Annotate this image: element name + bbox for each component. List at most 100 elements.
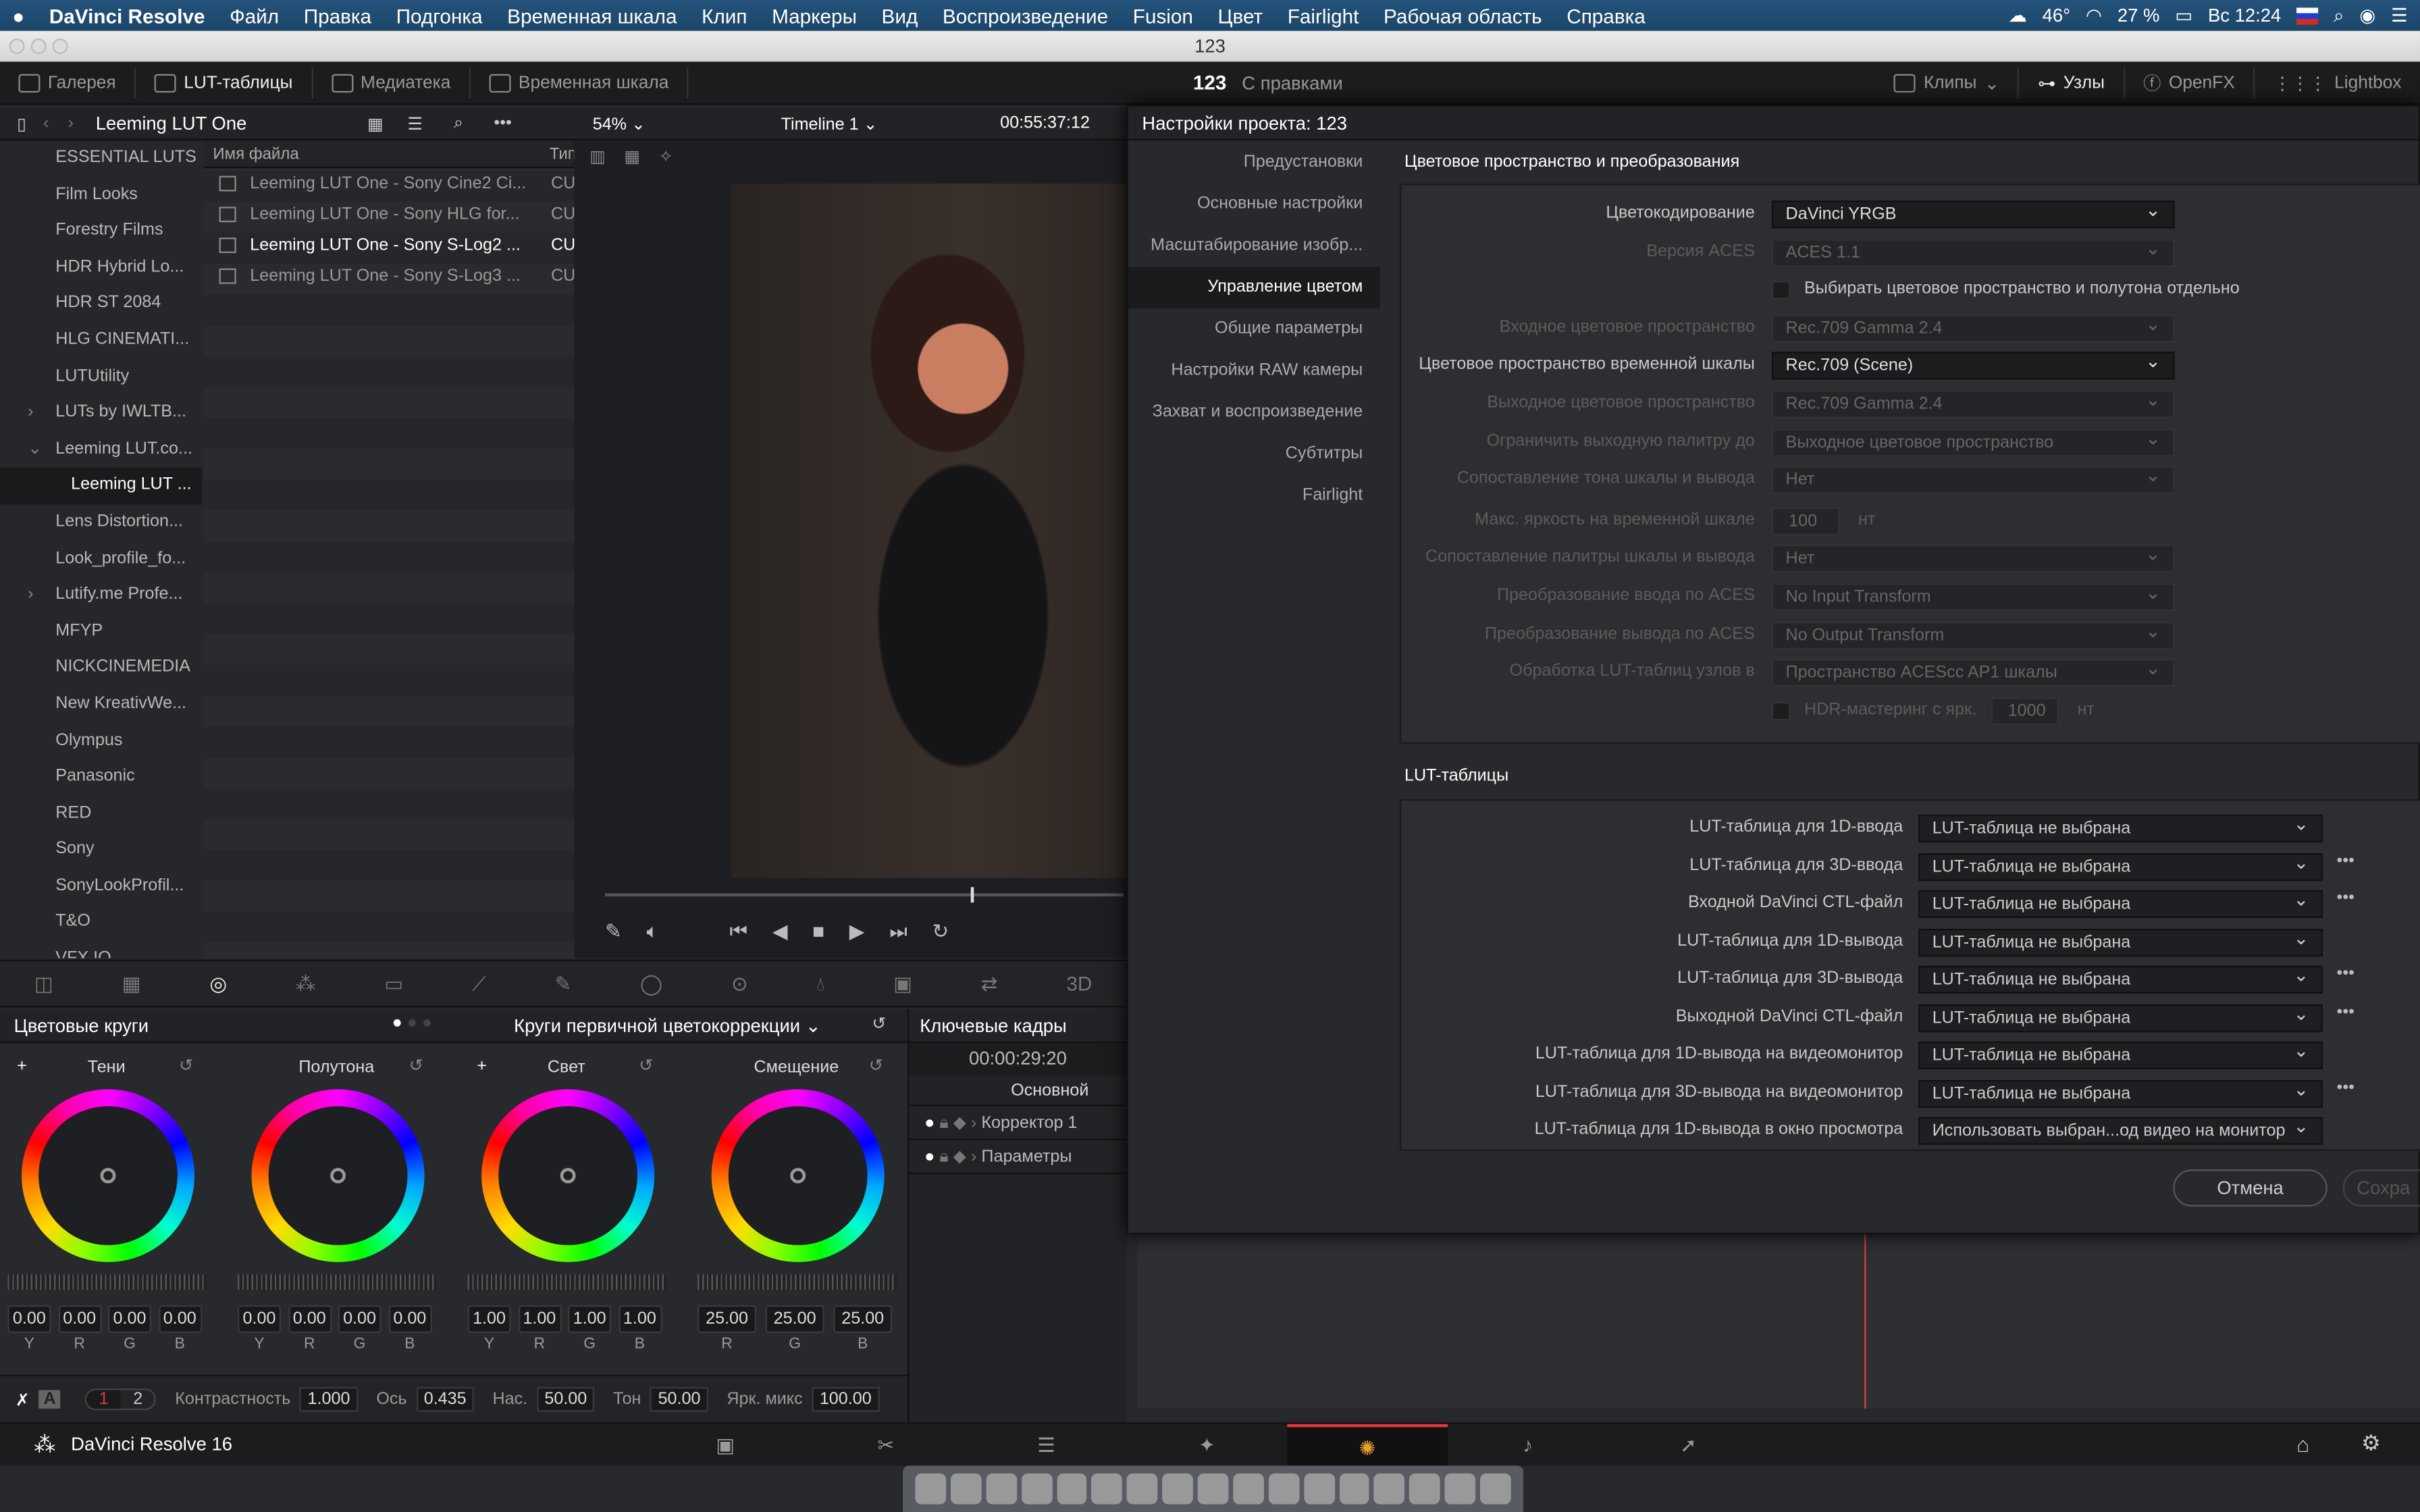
number-field[interactable]: 1000 [1991, 697, 2059, 725]
wheel-value-field[interactable]: 1.00 [467, 1305, 511, 1333]
qualifier-icon[interactable]: ✎ [554, 971, 571, 996]
keyframe-track[interactable]: ● 🔒︎ ◆ › Параметры [909, 1140, 1127, 1174]
settings-nav-item[interactable]: Общие параметры [1128, 308, 1380, 350]
settings-nav-item[interactable]: Субтитры [1128, 433, 1380, 475]
more-options-icon[interactable]: ••• [2337, 1078, 2355, 1096]
lut-file-row[interactable]: Leeming LUT One - Sony S-Log2 ... CU [204, 230, 575, 261]
motion-effects-icon[interactable]: ▭ [384, 971, 403, 996]
master-wheel-slider[interactable] [467, 1274, 667, 1290]
wheel-center-handle[interactable] [330, 1168, 346, 1184]
wheel-value-field[interactable]: 25.00 [833, 1305, 893, 1333]
photoshop-dock-icon[interactable] [1127, 1473, 1158, 1505]
downloads-dock-icon[interactable] [1444, 1473, 1476, 1505]
menu-item[interactable]: Подгонка [384, 4, 494, 27]
mail-dock-icon[interactable] [1021, 1473, 1052, 1505]
menu-item[interactable]: Файл [217, 4, 292, 27]
forward-button[interactable]: › [68, 114, 96, 132]
menu-item[interactable]: Цвет [1205, 4, 1275, 27]
folder-item[interactable]: › Lutify.me Profe... [0, 577, 202, 614]
picker-icon[interactable]: ✗ [16, 1389, 30, 1409]
skip-end-button[interactable]: ⏭︎ [889, 919, 908, 944]
folder-item[interactable]: Panasonic [0, 759, 202, 796]
itunes-dock-icon[interactable] [1232, 1473, 1264, 1505]
wheel-value-field[interactable]: 25.00 [698, 1305, 756, 1333]
param-value-field[interactable]: 1.000 [300, 1386, 358, 1412]
launchpad-dock-icon[interactable] [950, 1473, 982, 1505]
color-wheel[interactable] [21, 1089, 194, 1262]
menu-item[interactable]: Рабочая область [1371, 4, 1554, 27]
lut-dropdown[interactable]: LUT-таблица не выбрана [1918, 925, 2323, 956]
spotlight-search-icon[interactable]: ⌕ [2334, 4, 2344, 27]
folder-item[interactable]: LUTUtility [0, 359, 202, 396]
lut-dropdown[interactable]: LUT-таблица не выбрана [1918, 1038, 2323, 1069]
apple-icon[interactable]: ● [0, 4, 37, 27]
wheel-value-field[interactable]: 0.00 [237, 1305, 281, 1333]
settings-gear-icon[interactable]: ⚙ [2361, 1430, 2381, 1457]
curves-icon[interactable]: ⟋ [472, 971, 486, 996]
back-button[interactable]: ‹ [43, 114, 68, 132]
menu-item[interactable]: Справка [1554, 4, 1658, 27]
skip-start-button[interactable]: ⏮︎ [729, 919, 747, 944]
chevron-icon[interactable]: ⌄ [28, 431, 42, 468]
zoom-window-button[interactable] [52, 38, 68, 54]
home-icon[interactable]: ⌂ [2296, 1432, 2309, 1457]
color-wheel[interactable] [711, 1089, 885, 1262]
wheel-value-field[interactable]: 1.00 [517, 1305, 561, 1333]
openfx-button[interactable]: ⓕ OpenFX [2125, 68, 2255, 99]
save-button[interactable]: Сохра [2342, 1169, 2420, 1207]
cancel-button[interactable]: Отмена [2173, 1169, 2327, 1207]
stop-button[interactable]: ■ [812, 919, 824, 944]
lut-file-row[interactable]: Leeming LUT One - Sony Cine2 Ci... CU [204, 168, 575, 199]
chevron-icon[interactable]: › [28, 577, 33, 614]
mode-select[interactable]: Круги первичной цветокоррекции ⌄ [514, 1015, 821, 1037]
3d-icon[interactable]: 3D [1066, 972, 1092, 995]
wheel-center-handle[interactable] [790, 1168, 806, 1184]
nodes-button[interactable]: ⊶ Узлы [2020, 68, 2125, 99]
preferences-dock-icon[interactable] [1303, 1473, 1334, 1505]
auto-balance-button[interactable]: A [38, 1390, 61, 1409]
eyedropper-icon[interactable]: ✎ [605, 919, 622, 944]
battery-status[interactable]: 27 % [2118, 5, 2160, 26]
track-dot-icon[interactable]: ● [924, 1148, 939, 1166]
zoom-select[interactable]: 54% ⌄ [574, 113, 666, 133]
wheel-center-handle[interactable] [560, 1168, 576, 1184]
folder-item[interactable]: VFX IO [0, 941, 202, 959]
lut-dropdown[interactable]: LUT-таблица не выбрана [1918, 811, 2323, 842]
reset-all-icon[interactable]: ↺ [872, 1014, 886, 1033]
reverse-button[interactable]: ◀ [772, 919, 788, 944]
wheel-value-field[interactable]: 1.00 [568, 1305, 612, 1333]
blur-icon[interactable]: 💧︎ [817, 971, 825, 996]
loop-button[interactable]: ↻ [932, 919, 949, 944]
folder-item[interactable]: ⌄ Leeming LUT.co... [0, 431, 202, 468]
folder-item[interactable]: Forestry Films [0, 213, 202, 250]
viewer-timecode[interactable]: 00:55:37:12 [1000, 114, 1090, 132]
settings-nav-item[interactable]: Основные настройки [1128, 184, 1380, 225]
key-icon[interactable]: ▣ [893, 971, 912, 996]
settings-nav-item[interactable]: Настройки RAW камеры [1128, 350, 1380, 392]
reset-icon[interactable]: ↺ [869, 1055, 883, 1075]
settings-nav-item[interactable]: Захват и воспроизведение [1128, 392, 1380, 434]
folder-item[interactable]: HDR Hybrid Lo... [0, 250, 202, 286]
folder-item[interactable]: SonyLookProfil... [0, 869, 202, 905]
video-frame[interactable] [731, 183, 1127, 878]
window-icon[interactable]: ◯ [640, 971, 662, 996]
page-1-button[interactable]: 1 [86, 1390, 121, 1409]
lut-dropdown[interactable]: LUT-таблица не выбрана [1918, 1000, 2323, 1031]
menu-item[interactable]: Временная шкала [495, 4, 689, 27]
settings-nav-item[interactable]: Fairlight [1128, 475, 1380, 517]
more-options-icon[interactable]: ••• [2337, 1002, 2355, 1021]
menu-app[interactable]: DaVinci Resolve [37, 4, 217, 27]
more-options-icon[interactable]: ••• [2337, 889, 2355, 907]
scrubber-bar[interactable] [604, 893, 1124, 896]
tab-gallery[interactable]: Галерея [0, 67, 136, 99]
folder-item[interactable]: RED [0, 796, 202, 832]
checkbox[interactable] [1771, 281, 1791, 300]
tab-timeline[interactable]: Временная шкала [471, 67, 689, 99]
deliver-icon[interactable]: ➚ [1608, 1424, 1769, 1466]
tracker-icon[interactable]: ⊙ [731, 971, 748, 996]
lightroom-dock-icon[interactable] [1162, 1473, 1193, 1505]
folder-item[interactable]: Sony [0, 832, 202, 869]
reset-icon[interactable]: ↺ [179, 1055, 193, 1075]
wheel-value-field[interactable]: 0.00 [7, 1305, 51, 1333]
menu-item[interactable]: Маркеры [760, 4, 869, 27]
